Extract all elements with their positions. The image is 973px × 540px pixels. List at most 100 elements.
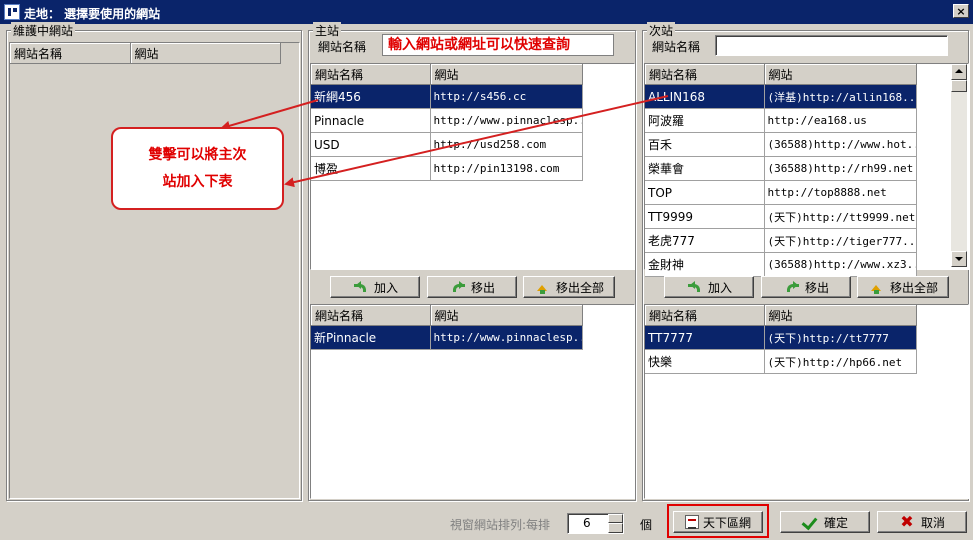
annotation-callout: 雙擊可以將主次 站加入下表: [111, 127, 284, 210]
sub-search-label: 網站名稱: [652, 40, 701, 54]
per-row-value: 6: [583, 516, 591, 530]
table-header: 網站名稱 網站: [311, 305, 583, 326]
site-name-cell: 百禾: [645, 132, 765, 157]
back-arrow-icon: [783, 280, 799, 294]
site-url-cell: (36588)http://www.hot...: [764, 132, 917, 157]
sub-site-group-label: 次站: [647, 22, 676, 39]
main-remove-all-button[interactable]: 移出全部: [523, 276, 615, 298]
close-button[interactable]: ×: [953, 4, 969, 18]
cancel-button[interactable]: ✖ 取消: [877, 511, 967, 533]
site-name-cell: 博盈: [311, 156, 431, 181]
sub-add-label: 加入: [707, 280, 732, 295]
back-arrow-icon: [449, 280, 465, 294]
ok-button[interactable]: 確定: [780, 511, 870, 533]
sub-remove-all-button[interactable]: 移出全部: [857, 276, 949, 298]
column-header-site[interactable]: 網站: [130, 43, 281, 64]
sub-site-list[interactable]: 網站名稱 網站 ALLIN168 (洋基)http://allin168....…: [644, 63, 969, 277]
main-selected-table: 網站名稱 網站 新Pinnacle http://www.pinnaclesp.…: [311, 305, 583, 350]
site-name-cell: Pinnacle: [311, 108, 431, 133]
table-row[interactable]: 新網456 http://s456.cc: [311, 84, 583, 109]
site-url-cell: (36588)http://www.xz3...: [764, 252, 917, 277]
sort-button-label: 天下區網: [702, 515, 751, 530]
site-name-cell: 阿波羅: [645, 108, 765, 133]
site-name-cell: TOP: [645, 180, 765, 205]
scroll-down-button[interactable]: [951, 251, 967, 267]
green-arrow-icon: [352, 280, 368, 294]
sub-list-scrollbar[interactable]: [951, 64, 967, 267]
main-site-list[interactable]: 網站名稱 網站 新網456 http://s456.cc Pinnacle ht…: [310, 63, 635, 270]
main-add-label: 加入: [373, 280, 398, 295]
table-row[interactable]: 老虎777 (天下)http://tiger777....: [645, 228, 917, 253]
per-row-spinner[interactable]: 6: [567, 513, 624, 534]
spinner-down-button[interactable]: [608, 523, 623, 533]
table-row[interactable]: TOP http://top8888.net: [645, 180, 917, 205]
column-header-site[interactable]: 網站: [764, 305, 917, 326]
column-header-name[interactable]: 網站名稱: [311, 64, 431, 85]
sub-add-button[interactable]: 加入: [664, 276, 754, 298]
main-search-label: 網站名稱: [318, 40, 367, 54]
table-row[interactable]: 新Pinnacle http://www.pinnaclesp...: [311, 325, 583, 350]
table-row[interactable]: TT7777 (天下)http://tt7777: [645, 325, 917, 350]
site-name-cell: 榮華會: [645, 156, 765, 181]
main-remove-button[interactable]: 移出: [427, 276, 517, 298]
scroll-thumb[interactable]: [951, 80, 967, 92]
up-arrow-icon: [534, 280, 550, 294]
column-header-name[interactable]: 網站名稱: [645, 305, 765, 326]
table-row[interactable]: ALLIN168 (洋基)http://allin168....: [645, 84, 917, 109]
window-title: 走地： 選擇要使用的網站: [24, 7, 161, 21]
main-selected-list[interactable]: 網站名稱 網站 新Pinnacle http://www.pinnaclesp.…: [310, 304, 635, 499]
column-header-site[interactable]: 網站: [430, 305, 583, 326]
sort-button[interactable]: 天下區網: [673, 511, 763, 533]
table-row[interactable]: TT9999 (天下)http://tt9999.net: [645, 204, 917, 229]
arrange-label: 視窗網站排列:每排: [450, 518, 551, 532]
site-url-cell: (洋基)http://allin168....: [764, 84, 917, 109]
maintenance-table: 網站名稱 網站: [10, 43, 281, 64]
site-name-cell: 金財神: [645, 252, 765, 277]
table-row[interactable]: 阿波羅 http://ea168.us: [645, 108, 917, 133]
check-icon: [802, 515, 818, 529]
column-header-name[interactable]: 網站名稱: [645, 64, 765, 85]
main-add-button[interactable]: 加入: [330, 276, 420, 298]
site-name-cell: USD: [311, 132, 431, 157]
site-name-cell: TT9999: [645, 204, 765, 229]
column-header-site[interactable]: 網站: [764, 64, 917, 85]
sub-search-input[interactable]: [715, 35, 948, 56]
sub-remove-button[interactable]: 移出: [761, 276, 851, 298]
table-row[interactable]: USD http://usd258.com: [311, 132, 583, 157]
title-bar: 走地： 選擇要使用的網站 ×: [0, 0, 973, 24]
site-url-cell: http://www.pinnaclesp...: [430, 325, 583, 350]
site-url-cell: (天下)http://tiger777....: [764, 228, 917, 253]
site-url-cell: http://top8888.net: [764, 180, 917, 205]
site-url-cell: (天下)http://tt9999.net: [764, 204, 917, 229]
maintenance-list[interactable]: 網站名稱 網站: [9, 42, 300, 499]
table-row[interactable]: 榮華會 (36588)http://rh99.net: [645, 156, 917, 181]
scroll-up-button[interactable]: [951, 64, 967, 80]
table-row[interactable]: 金財神 (36588)http://www.xz3...: [645, 252, 917, 277]
site-name-cell: 新Pinnacle: [311, 325, 431, 350]
site-url-cell: http://pin13198.com: [430, 156, 583, 181]
sub-site-table: 網站名稱 網站 ALLIN168 (洋基)http://allin168....…: [645, 64, 917, 277]
table-row[interactable]: 博盈 http://pin13198.com: [311, 156, 583, 181]
column-header-name[interactable]: 網站名稱: [10, 43, 131, 64]
main-site-table: 網站名稱 網站 新網456 http://s456.cc Pinnacle ht…: [311, 64, 583, 181]
site-name-cell: 老虎777: [645, 228, 765, 253]
up-arrow-icon: [868, 280, 884, 294]
main-search-input[interactable]: 輸入網站或網址可以快速查詢: [382, 34, 614, 56]
table-row[interactable]: 百禾 (36588)http://www.hot...: [645, 132, 917, 157]
table-row[interactable]: Pinnacle http://www.pinnaclesp...: [311, 108, 583, 133]
table-header: 網站名稱 網站: [10, 43, 281, 64]
column-header-site[interactable]: 網站: [430, 64, 583, 85]
site-url-cell: (天下)http://tt7777: [764, 325, 917, 350]
sub-selected-list[interactable]: 網站名稱 網站 TT7777 (天下)http://tt7777 快樂 (天下)…: [644, 304, 969, 499]
maintenance-group-label: 維護中網站: [11, 22, 76, 39]
spinner-up-button[interactable]: [608, 514, 623, 523]
sub-remove-all-label: 移出全部: [889, 280, 938, 295]
sub-selected-table: 網站名稱 網站 TT7777 (天下)http://tt7777 快樂 (天下)…: [645, 305, 917, 374]
table-row[interactable]: 快樂 (天下)http://hp66.net: [645, 349, 917, 374]
column-header-name[interactable]: 網站名稱: [311, 305, 431, 326]
site-url-cell: http://www.pinnaclesp...: [430, 108, 583, 133]
site-url-cell: (36588)http://rh99.net: [764, 156, 917, 181]
main-site-group-label: 主站: [313, 22, 342, 39]
site-url-cell: http://usd258.com: [430, 132, 583, 157]
sort-icon: [684, 515, 699, 529]
